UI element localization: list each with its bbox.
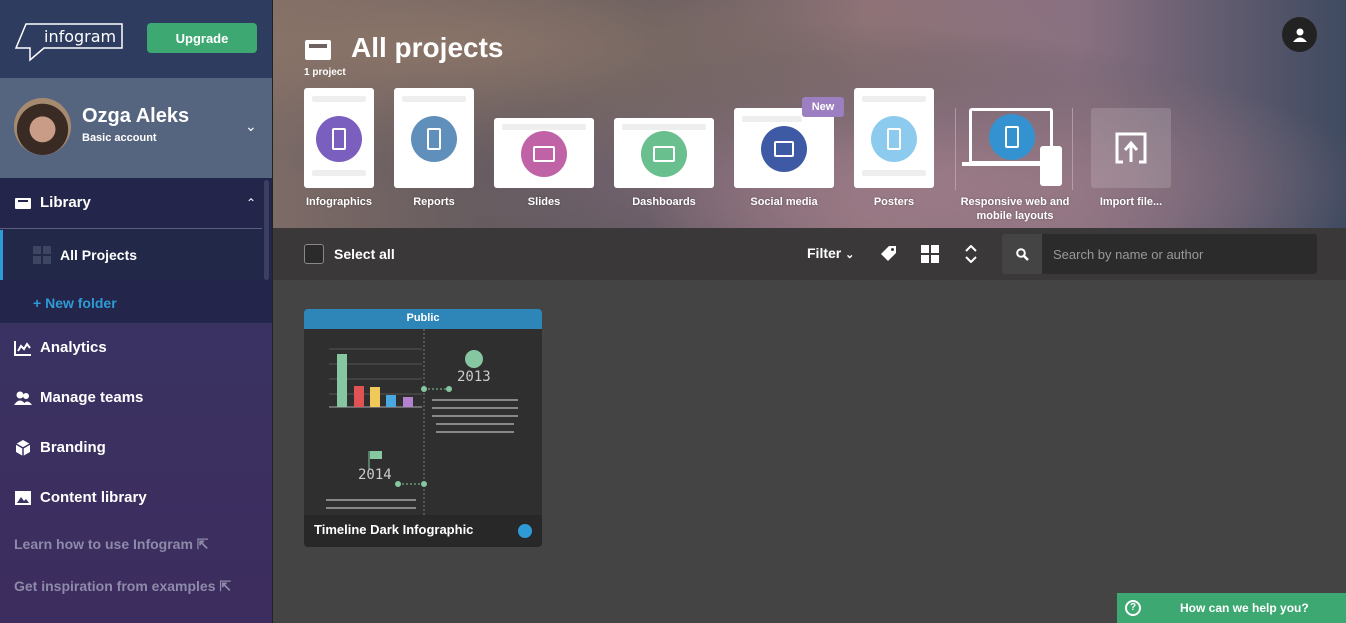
report-icon (411, 116, 457, 162)
analytics-icon (14, 340, 31, 356)
slides-icon (521, 131, 567, 177)
select-all-label[interactable]: Select all (334, 246, 395, 262)
infogram-logo[interactable]: infogram (14, 22, 124, 64)
chevron-down-icon[interactable]: ⌄ (245, 118, 257, 135)
plus-icon: + (33, 295, 46, 311)
chevron-down-icon: ⌄ (845, 249, 855, 261)
search-input[interactable] (1042, 234, 1317, 274)
new-folder-button[interactable]: + New folder (33, 295, 117, 311)
avatar[interactable] (14, 98, 71, 155)
poster-icon (871, 116, 917, 162)
filter-dropdown[interactable]: Filter ⌄ (807, 245, 854, 261)
thumbnail-year: 2013 (457, 369, 491, 385)
logo-area: infogram Upgrade (0, 0, 272, 78)
chevron-up-icon[interactable]: ⌃ (246, 196, 256, 210)
sidebar-item-content-library[interactable]: Content library (14, 489, 147, 506)
search-icon (1016, 248, 1029, 261)
select-all-checkbox[interactable] (304, 244, 324, 264)
library-section: Library ⌃ All Projects + New folder (0, 178, 272, 323)
infographic-icon (316, 116, 362, 162)
project-count: 1 project (304, 67, 346, 78)
tag-icon[interactable] (880, 245, 897, 262)
upgrade-button[interactable]: Upgrade (147, 23, 257, 53)
project-card[interactable]: Public 2013 2014 Timeline Dark Infograph… (304, 309, 542, 547)
image-icon (15, 490, 31, 505)
sidebar-item-branding[interactable]: Branding (14, 439, 106, 456)
responsive-icon (989, 114, 1035, 160)
visibility-badge: Public (304, 309, 542, 329)
question-icon: ? (1125, 600, 1141, 616)
page-title: All projects (351, 32, 504, 63)
share-icon (761, 126, 807, 172)
user-icon (1292, 28, 1307, 42)
inbox-icon (305, 40, 331, 60)
sidebar-item-analytics[interactable]: Analytics (14, 339, 107, 356)
upload-icon (1115, 132, 1147, 164)
learn-link[interactable]: Learn how to use Infogram ⇱ (14, 536, 209, 553)
teams-icon (14, 391, 32, 405)
dashboard-icon (641, 131, 687, 177)
cube-icon (15, 439, 31, 456)
user-name: Ozga Aleks (82, 105, 190, 127)
external-link-icon: ⇱ (219, 578, 232, 594)
project-title[interactable]: Timeline Dark Infographic (314, 522, 473, 537)
library-toggle[interactable]: Library (14, 194, 91, 211)
sidebar-item-manage-teams[interactable]: Manage teams (14, 389, 143, 406)
globe-icon (518, 524, 532, 538)
new-badge: New (802, 97, 844, 117)
scrollbar[interactable] (264, 180, 269, 280)
project-thumbnail (326, 329, 518, 529)
inbox-icon (15, 197, 31, 209)
account-button[interactable] (1282, 17, 1317, 52)
inspiration-link[interactable]: Get inspiration from examples ⇱ (14, 578, 231, 595)
account-type: Basic account (82, 132, 157, 144)
thumbnail-year: 2014 (358, 467, 392, 483)
grid-icon (33, 246, 51, 264)
search-button[interactable] (1002, 234, 1042, 274)
all-projects-item[interactable]: All Projects (0, 230, 262, 280)
svg-text:infogram: infogram (44, 27, 116, 46)
sidebar: infogram Upgrade Ozga Aleks Basic accoun… (0, 0, 273, 623)
external-link-icon: ⇱ (196, 536, 209, 552)
sort-icon[interactable] (965, 245, 977, 263)
grid-view-icon[interactable] (921, 245, 939, 263)
help-button[interactable]: ? How can we help you? (1117, 593, 1346, 623)
